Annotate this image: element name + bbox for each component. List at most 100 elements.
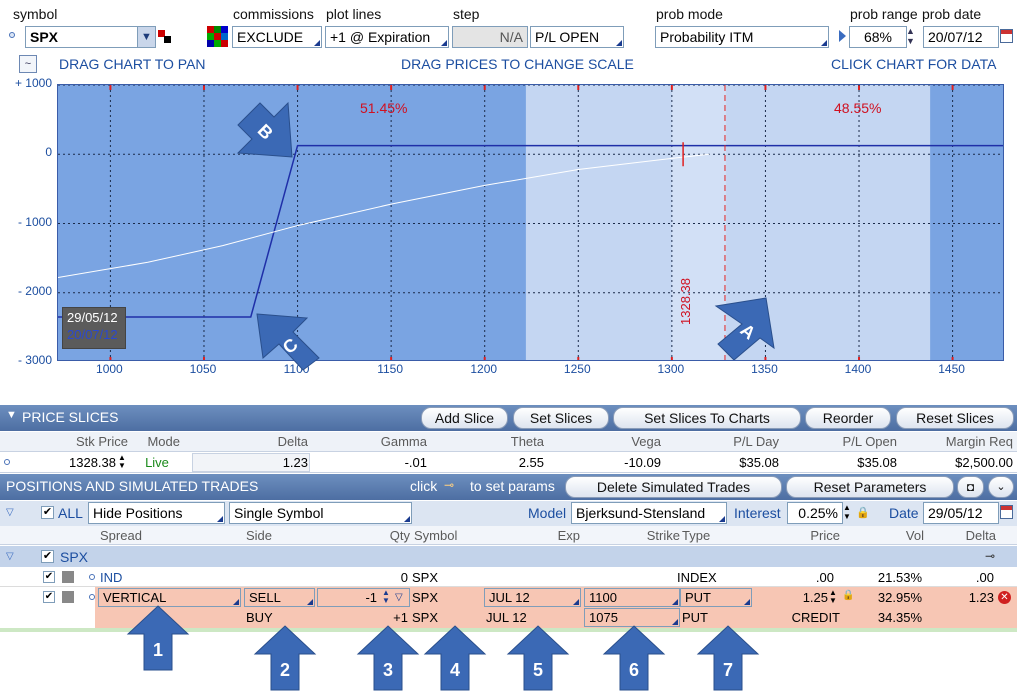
position-row-ind[interactable]: ✔ IND 0 SPX INDEX .00 21.53% .00 (0, 567, 1017, 587)
stepper-icon[interactable]: ▲ ▼ (906, 26, 915, 46)
date-label: Date (889, 505, 919, 521)
price-marker-label: 1328.38 (678, 278, 693, 325)
col-spread: Spread (100, 528, 142, 543)
prob-range-field[interactable]: 68% (849, 26, 907, 48)
set-slices-to-charts-button[interactable]: Set Slices To Charts (613, 407, 801, 429)
delete-simulated-trades-button[interactable]: Delete Simulated Trades (565, 476, 782, 498)
slice-stk-price[interactable]: 1328.38 (40, 455, 116, 470)
col-strike: Strike (646, 528, 680, 543)
step-mode-select[interactable]: P/L OPEN (530, 26, 624, 48)
remove-icon[interactable]: ✕ (998, 591, 1011, 604)
callout-arrow-1: 1 (126, 604, 190, 675)
expand-icon[interactable]: ⌄ (988, 476, 1014, 498)
link-dot-icon[interactable] (9, 32, 15, 38)
row-delta: .00 (975, 570, 994, 585)
prob-mode-select[interactable]: Probability ITM (655, 26, 829, 48)
play-arrow-icon[interactable] (839, 30, 846, 42)
row-color-swatch[interactable] (62, 571, 74, 583)
prob-left-label: 51.45% (360, 100, 408, 116)
chart-type-icon[interactable]: ~ (19, 55, 37, 73)
y-tick-label[interactable]: - 3000 (0, 353, 52, 367)
slice-dot-icon[interactable] (4, 459, 10, 465)
prob-date-field[interactable]: 20/07/12 (923, 26, 999, 48)
x-tick-label[interactable]: 1350 (744, 362, 784, 376)
interest-stepper-icon[interactable]: ▲ ▼ (843, 503, 851, 521)
date-field[interactable]: 29/05/12 (923, 502, 999, 524)
y-tick-label[interactable]: + 1000 (0, 76, 52, 90)
calendar-icon-2[interactable] (1000, 505, 1013, 519)
row-dot-icon[interactable] (89, 574, 95, 580)
x-tick-label[interactable]: 1250 (557, 362, 597, 376)
type-select[interactable]: PUT (680, 588, 752, 607)
col-vega: Vega (631, 434, 661, 449)
date-legend-2: 20/07/12 (67, 327, 118, 342)
hide-positions-select[interactable]: Hide Positions (88, 502, 225, 524)
slice-theta: 2.55 (518, 455, 544, 470)
col-pl-day: P/L Day (733, 434, 779, 449)
single-symbol-select[interactable]: Single Symbol (229, 502, 412, 524)
group-params-icon[interactable]: ⊸ (985, 549, 995, 563)
y-tick-label[interactable]: - 2000 (0, 284, 52, 298)
row-qty: +1 (393, 610, 408, 625)
collapse-icon[interactable]: ▼ (6, 409, 17, 421)
x-tick-label[interactable]: 1000 (89, 362, 129, 376)
plot-lines-select[interactable]: +1 @ Expiration (325, 26, 449, 48)
camera-icon[interactable]: ◘ (957, 476, 984, 498)
row-price[interactable]: 1.25 (756, 590, 828, 605)
x-tick-label[interactable]: 1450 (932, 362, 972, 376)
side-select[interactable]: SELL (244, 588, 315, 607)
chart-svg[interactable] (58, 85, 1004, 361)
step-mode-value: P/L OPEN (535, 29, 600, 45)
price-stepper-icon[interactable]: ▲ ▼ (829, 589, 837, 605)
calendar-icon[interactable] (1000, 29, 1013, 43)
row-dot-icon[interactable] (89, 594, 95, 600)
risk-profile-chart[interactable]: 51.45% 48.55% 1328.38 29/05/12 20/07/12 (57, 84, 1004, 361)
group-collapse-icon[interactable]: ▽ (6, 551, 14, 562)
model-select[interactable]: Bjerksund-Stensland (571, 502, 727, 524)
col-side: Side (246, 528, 273, 543)
prob-mode-value: Probability ITM (660, 29, 754, 45)
row-type: PUT (685, 590, 711, 605)
row-spread: VERTICAL (103, 590, 167, 605)
slice-stepper-icon[interactable]: ▲ ▼ (118, 454, 126, 470)
row-checkbox[interactable]: ✔ (43, 571, 55, 583)
strike-select[interactable]: 1100 (584, 588, 680, 607)
qty-dropdown-icon[interactable]: ▽ (395, 592, 403, 603)
x-tick-label[interactable]: 1150 (370, 362, 410, 376)
color-squares-icon[interactable] (158, 30, 172, 44)
y-tick-label[interactable]: 0 (0, 145, 52, 159)
collapse-all-icon[interactable]: ▽ (6, 507, 14, 518)
exp-select[interactable]: JUL 12 (484, 588, 581, 607)
row-color-swatch[interactable] (62, 591, 74, 603)
x-tick-label[interactable]: 1300 (651, 362, 691, 376)
slice-delta: 1.23 (282, 455, 308, 470)
step-field[interactable]: N/A (452, 26, 528, 48)
slice-margin-req: $2,500.00 (955, 455, 1013, 470)
slice-gamma: -.01 (404, 455, 427, 470)
reset-slices-button[interactable]: Reset Slices (896, 407, 1014, 429)
grid-color-icon[interactable] (207, 26, 228, 47)
y-tick-label[interactable]: - 1000 (0, 215, 52, 229)
col-margin-req: Margin Req (945, 434, 1013, 449)
row-checkbox[interactable]: ✔ (43, 591, 55, 603)
set-slices-button[interactable]: Set Slices (513, 407, 609, 429)
x-tick-label[interactable]: 1050 (183, 362, 223, 376)
chevron-down-icon[interactable]: ▼ (137, 27, 155, 47)
add-slice-button[interactable]: Add Slice (421, 407, 508, 429)
col-vol: Vol (905, 528, 924, 543)
lock-icon[interactable]: 🔒 (856, 506, 870, 519)
all-checkbox[interactable]: ✔ (41, 506, 54, 519)
commissions-select[interactable]: EXCLUDE (232, 26, 322, 48)
callout-arrow-6: 6 (602, 624, 666, 695)
interest-field[interactable]: 0.25% (787, 502, 843, 524)
qty-stepper-icon[interactable]: ▲ ▼ (382, 589, 390, 605)
x-tick-label[interactable]: 1400 (838, 362, 878, 376)
reset-parameters-button[interactable]: Reset Parameters (786, 476, 954, 498)
row-type: PUT (682, 610, 708, 625)
symbol-label: symbol (13, 6, 58, 22)
callout-number: 6 (628, 660, 639, 680)
reorder-button[interactable]: Reorder (805, 407, 891, 429)
x-tick-label[interactable]: 1200 (464, 362, 504, 376)
group-checkbox[interactable]: ✔ (41, 550, 54, 563)
positions-header-row: Spread Side Qty Symbol Exp Strike Type P… (0, 526, 1017, 545)
